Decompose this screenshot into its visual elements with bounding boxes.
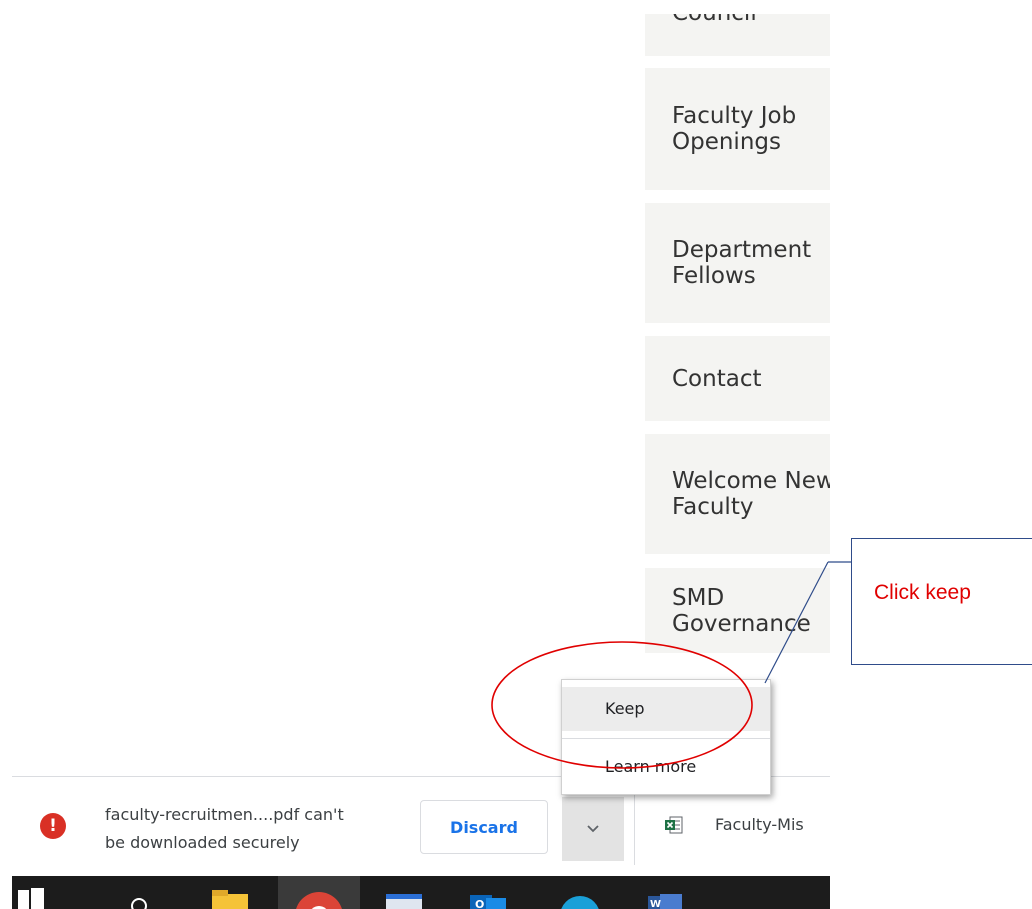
- discard-button[interactable]: Discard: [420, 800, 548, 854]
- sidebar-item-contact[interactable]: Contact: [645, 336, 830, 421]
- sidebar-item-label: Faculty Job Openings: [672, 103, 797, 155]
- chrome-icon: [296, 892, 342, 909]
- chevron-down-icon: [587, 825, 599, 833]
- download-separator: [634, 795, 635, 865]
- calendar-app-icon[interactable]: [384, 876, 426, 909]
- search-icon[interactable]: [124, 876, 154, 909]
- callout-text: Click keep: [874, 581, 971, 604]
- sidebar-item-smd-governance[interactable]: SMD Governance: [645, 568, 830, 653]
- word-icon[interactable]: W: [646, 876, 686, 909]
- download-filename: faculty-recruitmen....pdf can't: [105, 805, 344, 824]
- sidebar-item-faculty-job-openings[interactable]: Faculty Job Openings: [645, 68, 830, 190]
- download-item-2-filename[interactable]: Faculty-Mis: [715, 815, 804, 834]
- taskbar: O W: [12, 876, 830, 909]
- learn-more-menu-item[interactable]: Learn more: [562, 748, 770, 786]
- svg-text:W: W: [650, 899, 661, 909]
- menu-divider: [562, 738, 770, 739]
- windows-start-icon[interactable]: [14, 876, 48, 909]
- download-options-menu: Keep Learn more: [561, 679, 771, 795]
- screen: Council Faculty Job Openings Department …: [0, 0, 1032, 909]
- excel-icon: [665, 816, 683, 834]
- download-warning-text: faculty-recruitmen....pdf can't be downl…: [105, 801, 405, 857]
- callout-box: Click keep: [851, 538, 1032, 665]
- keep-menu-item[interactable]: Keep: [562, 687, 770, 731]
- sidebar-item-label: Welcome New Faculty: [672, 468, 830, 520]
- sidebar-item-label: Contact: [672, 365, 762, 392]
- sidebar-item-welcome-new-faculty[interactable]: Welcome New Faculty: [645, 434, 830, 554]
- edge-icon[interactable]: [557, 876, 603, 909]
- chrome-taskbar-button[interactable]: [278, 876, 360, 909]
- svg-text:O: O: [475, 898, 484, 909]
- file-explorer-icon[interactable]: [210, 876, 252, 909]
- sidebar-item-council[interactable]: Council: [645, 14, 830, 56]
- download-options-button[interactable]: [562, 797, 624, 861]
- sidebar-item-label: Council: [672, 14, 757, 26]
- download-status: be downloaded securely: [105, 833, 300, 852]
- sidebar-item-label: SMD Governance: [672, 584, 811, 637]
- sidebar-item-department-fellows[interactable]: Department Fellows: [645, 203, 830, 323]
- error-icon: !: [40, 813, 66, 839]
- outlook-icon[interactable]: O: [468, 876, 510, 909]
- sidebar-item-label: Department Fellows: [672, 237, 812, 289]
